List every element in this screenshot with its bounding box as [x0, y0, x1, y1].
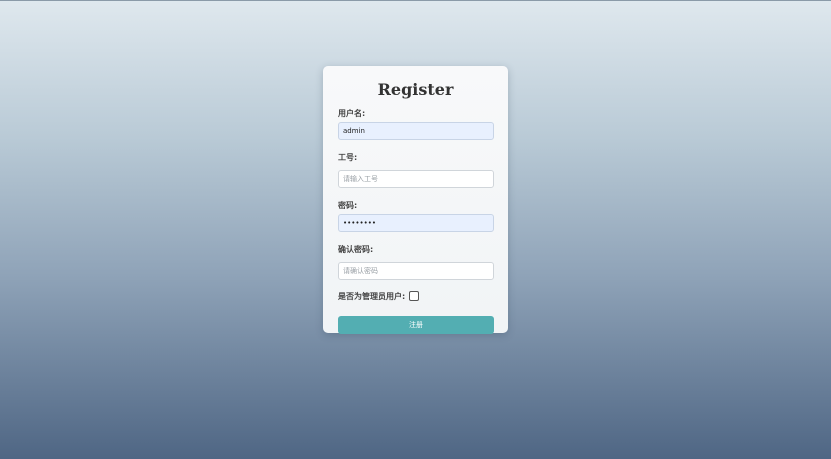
- confirm-password-input[interactable]: [338, 262, 494, 280]
- username-input[interactable]: admin: [338, 122, 494, 140]
- employee-id-label: 工号:: [338, 153, 358, 162]
- password-field: 密码: ••••••••: [338, 200, 494, 232]
- username-label: 用户名:: [338, 109, 366, 118]
- register-button[interactable]: 注册: [338, 316, 494, 334]
- confirm-password-field: 确认密码:: [338, 244, 494, 280]
- password-input[interactable]: ••••••••: [338, 214, 494, 232]
- admin-checkbox-label: 是否为管理员用户:: [338, 291, 406, 301]
- employee-id-field: 工号:: [338, 152, 494, 188]
- admin-checkbox-row: 是否为管理员用户:: [338, 290, 493, 302]
- username-field: 用户名: admin: [338, 108, 494, 140]
- admin-checkbox[interactable]: [409, 291, 420, 301]
- page-title: Register: [377, 80, 454, 99]
- window-top-border: [0, 0, 831, 1]
- employee-id-input[interactable]: [338, 170, 494, 188]
- register-card: Register 用户名: admin 工号: 密码: •••••••• 确认密…: [323, 66, 508, 334]
- password-label: 密码:: [338, 201, 358, 210]
- confirm-password-label: 确认密码:: [338, 245, 374, 254]
